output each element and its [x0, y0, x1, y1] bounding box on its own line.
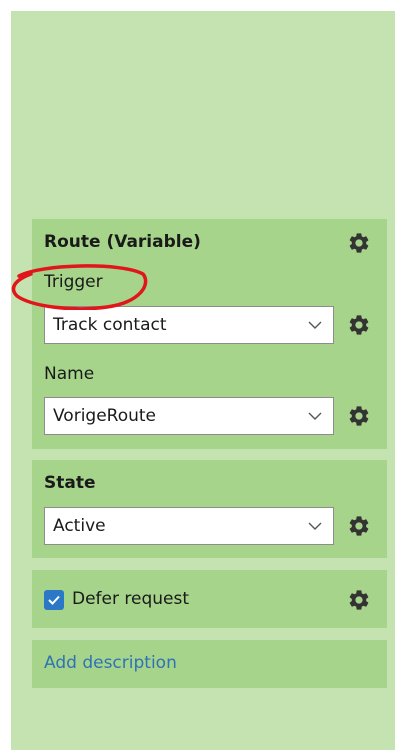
route-title: Route (Variable)	[44, 232, 201, 252]
name-label: Name	[44, 364, 95, 384]
defer-request-label[interactable]: Defer request	[72, 589, 189, 609]
chevron-down-icon	[307, 408, 323, 424]
name-settings-gear-icon[interactable]	[346, 403, 372, 429]
state-select[interactable]: Active	[44, 507, 334, 545]
name-select[interactable]: VorigeRoute	[44, 397, 334, 435]
trigger-select-value: Track contact	[53, 315, 167, 335]
defer-request-checkbox[interactable]	[44, 590, 64, 610]
name-select-value: VorigeRoute	[53, 406, 157, 426]
trigger-select[interactable]: Track contact	[44, 306, 334, 344]
trigger-settings-gear-icon[interactable]	[346, 312, 372, 338]
add-description-link[interactable]: Add description	[44, 653, 177, 673]
state-select-value: Active	[53, 516, 106, 536]
route-settings-gear-icon[interactable]	[346, 230, 372, 256]
trigger-label: Trigger	[44, 272, 103, 292]
chevron-down-icon	[307, 518, 323, 534]
checkmark-icon	[48, 595, 60, 605]
state-settings-gear-icon[interactable]	[346, 513, 372, 539]
defer-settings-gear-icon[interactable]	[346, 587, 372, 613]
state-title: State	[44, 473, 96, 493]
chevron-down-icon	[307, 317, 323, 333]
